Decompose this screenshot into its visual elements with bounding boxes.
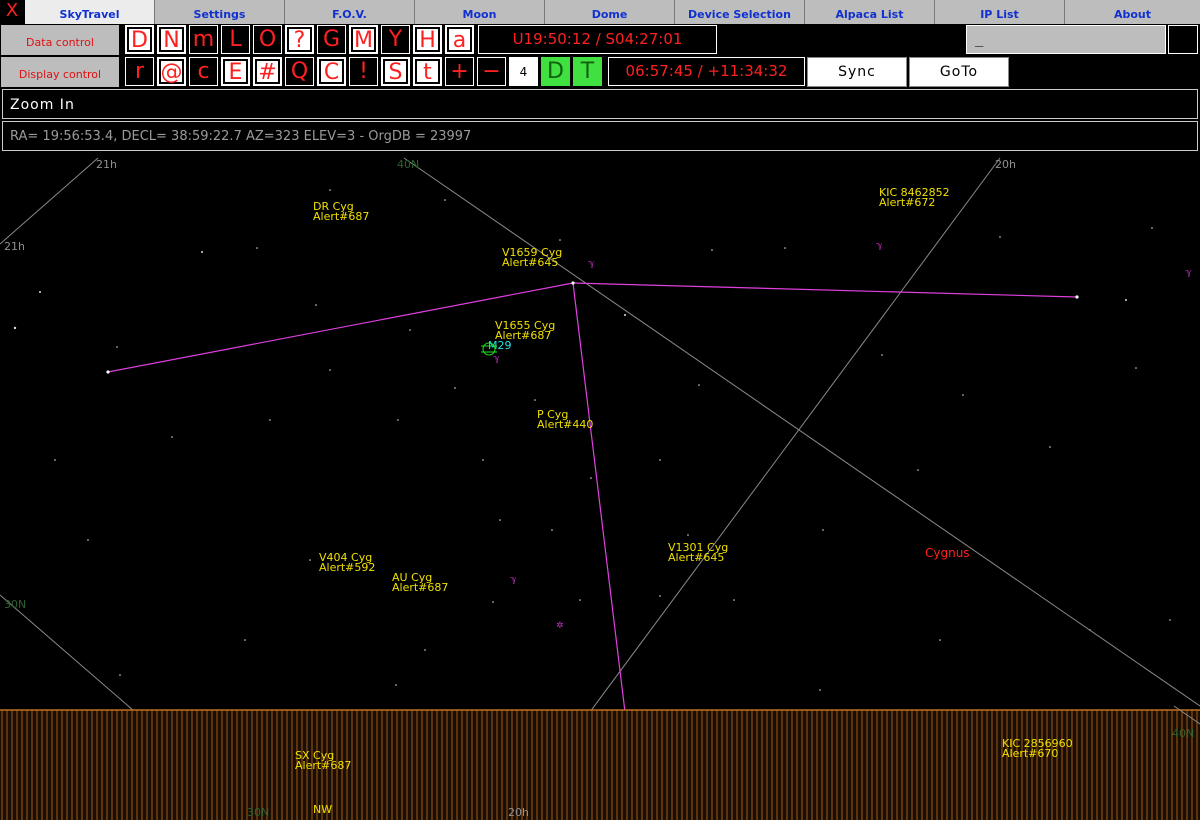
object-alert: Alert#670 (1002, 747, 1059, 760)
display-toggle-c-lower[interactable]: c (189, 57, 218, 86)
grid-label-20h-top: 20h (995, 158, 1016, 171)
svg-text:ℽ: ℽ (510, 575, 517, 585)
svg-text:ℽ: ℽ (1185, 268, 1192, 278)
data-toggle-l[interactable]: L (221, 25, 250, 54)
display-toggle-green-t[interactable]: T (573, 57, 602, 86)
tab-about[interactable]: About (1065, 0, 1200, 24)
display-toggle-at[interactable]: @ (157, 57, 186, 86)
sky-object-v1301-cyg[interactable]: V1301 Cyg Alert#645 (668, 542, 728, 564)
data-toggle-g[interactable]: G (317, 25, 346, 54)
sky-object-sx-cyg[interactable]: SX Cyg Alert#687 (295, 750, 352, 772)
horizon-ground (0, 710, 1200, 820)
tab-moon[interactable]: Moon (415, 0, 545, 24)
sky-object-v404-cyg[interactable]: V404 Cyg Alert#592 (319, 552, 376, 574)
display-toggle-q[interactable]: Q (285, 57, 314, 86)
object-alert: Alert#645 (502, 256, 559, 269)
tab-fov[interactable]: F.O.V. (285, 0, 415, 24)
display-toggle-minus[interactable]: − (477, 57, 506, 86)
data-toggle-d[interactable]: D (125, 25, 154, 54)
sky-object-p-cyg[interactable]: P Cyg Alert#440 (537, 409, 594, 431)
goto-button[interactable]: GoTo (909, 57, 1009, 87)
constellation-name: Cygnus (925, 546, 970, 560)
object-info-bar: RA= 19:56:53.4, DECL= 38:59:22.7 AZ=323 … (2, 121, 1198, 151)
svg-text:ℽ: ℽ (588, 259, 595, 269)
data-toggle-m-lower[interactable]: m (189, 25, 218, 54)
grid-label-40n-top: 40N (397, 158, 420, 171)
tab-skytravel[interactable]: SkyTravel (25, 0, 155, 24)
object-alert: Alert#687 (295, 759, 352, 772)
tab-settings[interactable]: Settings (155, 0, 285, 24)
object-alert: Alert#672 (879, 196, 936, 209)
command-input[interactable]: _ (966, 25, 1166, 54)
object-alert: Alert#592 (319, 561, 376, 574)
display-toggle-t[interactable]: t (413, 57, 442, 86)
sky-object-dr-cyg[interactable]: DR Cyg Alert#687 (313, 201, 370, 223)
close-icon[interactable]: X (0, 0, 24, 24)
tab-dome[interactable]: Dome (545, 0, 675, 24)
display-toggle-exclaim[interactable]: ! (349, 57, 378, 86)
data-toggle-m-upper[interactable]: M (349, 25, 378, 54)
data-toggle-h[interactable]: H (413, 25, 442, 54)
data-toggle-y[interactable]: Y (381, 25, 410, 54)
sky-object-kic-8462852[interactable]: KIC 8462852 Alert#672 (879, 187, 950, 209)
sky-object-kic-2856960[interactable]: KIC 2856960 Alert#670 (1002, 738, 1073, 760)
display-toggle-c-upper[interactable]: C (317, 57, 346, 86)
tab-ip-list[interactable]: IP List (935, 0, 1065, 24)
display-toggle-r[interactable]: r (125, 57, 154, 86)
object-alert: Alert#645 (668, 551, 725, 564)
display-level-number[interactable]: 4 (509, 57, 538, 86)
object-alert: Alert#687 (392, 581, 449, 594)
svg-text:ℽ: ℽ (876, 241, 883, 251)
grid-label-30n-left: 30N (4, 598, 27, 611)
tab-alpaca-list[interactable]: Alpaca List (805, 0, 935, 24)
sky-object-au-cyg[interactable]: AU Cyg Alert#687 (392, 572, 449, 594)
command-status-bar: Zoom In (2, 89, 1198, 119)
grid-label-20h-bottom: 20h (508, 806, 529, 819)
sky-object-v1655-cyg[interactable]: V1655 Cyg Alert#687 (495, 320, 555, 341)
object-alert: Alert#687 (313, 210, 370, 223)
data-control-button[interactable]: Data control (1, 25, 119, 55)
display-control-button[interactable]: Display control (1, 57, 119, 87)
tab-bar: X SkyTravel Settings F.O.V. Moon Dome De… (0, 0, 1200, 24)
data-toggle-a[interactable]: a (445, 25, 474, 54)
data-toggle-question[interactable]: ? (285, 25, 314, 54)
svg-text:ℽ: ℽ (493, 354, 500, 364)
messier-label-m29[interactable]: M29 (488, 340, 512, 351)
horizon-direction-label: NW (313, 803, 333, 816)
grid-label-21h-top: 21h (96, 158, 117, 171)
tab-device-selection[interactable]: Device Selection (675, 0, 805, 24)
svg-text:✲: ✲ (556, 621, 564, 631)
display-toggle-hash[interactable]: # (253, 57, 282, 86)
constellation-stars (106, 281, 1079, 374)
ra-dec-utc-readout: U19:50:12 / S04:27:01 (478, 25, 717, 54)
display-toggle-plus[interactable]: + (445, 57, 474, 86)
display-toggle-e[interactable]: E (221, 57, 250, 86)
object-alert: Alert#440 (537, 418, 594, 431)
input-side-box[interactable] (1168, 25, 1198, 54)
grid-label-40n-right: 40N (1172, 727, 1195, 740)
grid-label-30n-bottom: 30N (247, 806, 270, 819)
local-coord-readout: 06:57:45 / +11:34:32 (608, 57, 805, 86)
data-toggle-n[interactable]: N (157, 25, 186, 54)
display-toggle-s[interactable]: S (381, 57, 410, 86)
variable-star-markers: ℽ ℽ ℽ ℽ ℽ ✲ (493, 241, 1192, 631)
grid-label-21h-left: 21h (4, 240, 25, 253)
sky-object-v1659-cyg[interactable]: V1659 Cyg Alert#645 (502, 247, 562, 269)
sync-button[interactable]: Sync (807, 57, 907, 87)
data-toggle-o[interactable]: O (253, 25, 282, 54)
constellation-lines (107, 282, 1078, 713)
display-toggle-green-d[interactable]: D (541, 57, 570, 86)
